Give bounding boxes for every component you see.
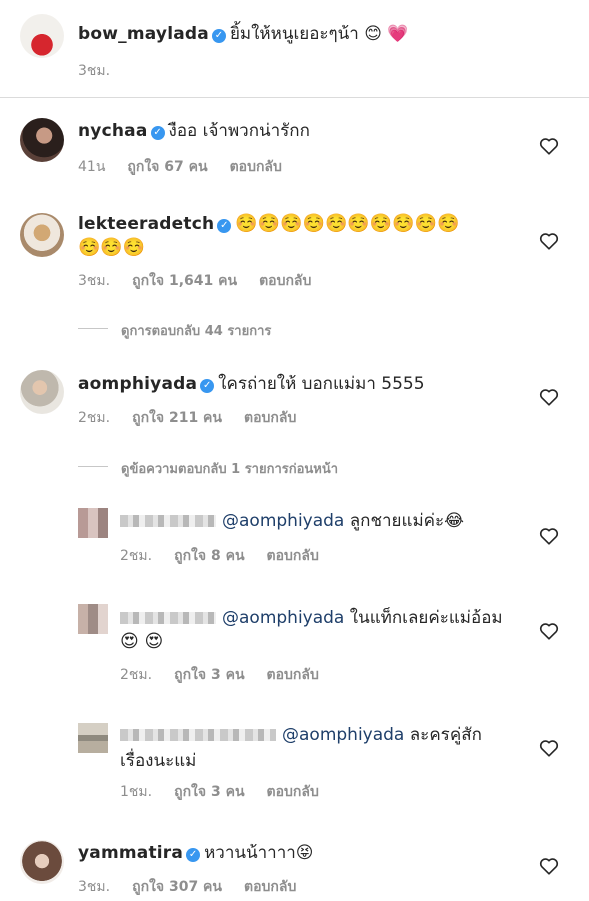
heart-icon[interactable]	[539, 527, 559, 545]
verified-badge-icon: ✓	[211, 29, 226, 43]
comment-username[interactable]: aomphiyada	[78, 374, 197, 394]
mention-link[interactable]: @aomphiyada	[222, 608, 344, 628]
heart-icon[interactable]	[539, 137, 559, 155]
comment-username[interactable]: yammatira	[78, 843, 183, 863]
caption-time: 3ชม.	[78, 63, 111, 79]
comment-time: 2ชม.	[78, 410, 111, 426]
reply-text-continued: 😍 😍	[120, 631, 164, 652]
verified-badge-icon: ✓	[200, 379, 215, 393]
likes-count[interactable]: ถูกใจ 1,641 คน	[132, 273, 237, 289]
mention-link[interactable]: @aomphiyada	[282, 725, 404, 745]
verified-badge-icon: ✓	[217, 219, 232, 233]
blurred-username[interactable]	[120, 729, 276, 741]
likes-count[interactable]: ถูกใจ 307 คน	[132, 879, 222, 895]
comment-time: 3ชม.	[78, 273, 111, 289]
reply-button[interactable]: ตอบกลับ	[267, 667, 319, 683]
reply-button[interactable]: ตอบกลับ	[244, 410, 296, 426]
likes-count[interactable]: ถูกใจ 211 คน	[132, 410, 222, 426]
comment-username[interactable]: lekteeradetch	[78, 214, 214, 234]
caption-text: ยิ้มให้หนูเยอะๆน้า 😊 💗	[229, 24, 409, 44]
comment-meta: 41น ถูกใจ 67 คน ตอบกลับ	[78, 156, 304, 178]
reply-text-line2: 😍 😍	[120, 630, 163, 654]
comment-text: ใครถ่ายให้ บอกแม่มา 5555	[218, 374, 425, 394]
reply-meta: 2ชม. ถูกใจ 3 คน ตอบกลับ	[120, 664, 341, 686]
reply-button[interactable]: ตอบกลับ	[244, 879, 296, 895]
comment-text: งืออ เจ้าพวกน่ารักก	[168, 121, 310, 141]
avatar[interactable]	[78, 723, 108, 753]
reply-text-line2: เรื่องนะแม่	[120, 749, 196, 773]
comment-username[interactable]: nychaa	[78, 121, 148, 141]
avatar[interactable]	[20, 840, 64, 884]
comment-time: 41น	[78, 159, 106, 175]
caption-meta: 3ชม.	[78, 60, 132, 82]
likes-count[interactable]: ถูกใจ 3 คน	[174, 667, 244, 683]
reply-button[interactable]: ตอบกลับ	[267, 784, 319, 800]
avatar[interactable]	[20, 14, 64, 58]
likes-count[interactable]: ถูกใจ 8 คน	[174, 548, 244, 564]
reply-meta: 2ชม. ถูกใจ 8 คน ตอบกลับ	[120, 545, 341, 567]
reply-text: ละครคู่สัก	[409, 725, 482, 745]
comment-time: 3ชม.	[78, 879, 111, 895]
avatar[interactable]	[20, 370, 64, 414]
reply-line: @aomphiyada ละครคู่สัก	[120, 723, 482, 747]
comment-line: aomphiyada ✓ ใครถ่ายให้ บอกแม่มา 5555	[78, 372, 425, 396]
avatar[interactable]	[20, 213, 64, 257]
likes-count[interactable]: ถูกใจ 67 คน	[127, 159, 207, 175]
mention-link[interactable]: @aomphiyada	[222, 511, 344, 531]
reply-time: 2ชม.	[120, 548, 153, 564]
reply-button[interactable]: ตอบกลับ	[230, 159, 282, 175]
verified-badge-icon: ✓	[150, 126, 165, 140]
likes-count[interactable]: ถูกใจ 3 คน	[174, 784, 244, 800]
view-replies-line	[78, 328, 108, 329]
comment-line: lekteeradetch ✓ ☺️☺️☺️☺️☺️☺️☺️☺️☺️☺️	[78, 212, 459, 236]
reply-time: 1ชม.	[120, 784, 153, 800]
comment-meta: 3ชม. ถูกใจ 307 คน ตอบกลับ	[78, 876, 318, 898]
reply-text: ลูกชายแม่ค่ะ😂	[349, 511, 465, 531]
avatar[interactable]	[78, 604, 108, 634]
verified-badge-icon: ✓	[186, 848, 201, 862]
reply-text-continued: เรื่องนะแม่	[120, 751, 197, 771]
reply-line: @aomphiyada ลูกชายแม่ค่ะ😂	[120, 509, 464, 533]
avatar[interactable]	[78, 508, 108, 538]
caption-line: bow_maylada ✓ ยิ้มให้หนูเยอะๆน้า 😊 💗	[78, 22, 409, 46]
reply-button[interactable]: ตอบกลับ	[259, 273, 311, 289]
comment-text-line2: ☺️☺️☺️	[78, 236, 145, 260]
comment-text: หวานน้าาาา😝	[204, 843, 314, 863]
reply-line: @aomphiyada ในแท็กเลยค่ะแม่อ้อม	[120, 606, 503, 630]
comment-line: nychaa ✓ งืออ เจ้าพวกน่ารักก	[78, 119, 310, 143]
view-previous-line	[78, 466, 108, 467]
comment-text-continued: ☺️☺️☺️	[78, 237, 146, 258]
reply-text: ในแท็กเลยค่ะแม่อ้อม	[349, 608, 503, 628]
view-previous-replies-button[interactable]: ดูข้อความตอบกลับ 1 รายการก่อนหน้า	[121, 458, 338, 479]
avatar[interactable]	[20, 118, 64, 162]
comment-meta: 3ชม. ถูกใจ 1,641 คน ตอบกลับ	[78, 270, 333, 292]
heart-icon[interactable]	[539, 388, 559, 406]
blurred-username[interactable]	[120, 515, 216, 527]
heart-icon[interactable]	[539, 622, 559, 640]
heart-icon[interactable]	[539, 232, 559, 250]
reply-time: 2ชม.	[120, 667, 153, 683]
heart-icon[interactable]	[539, 857, 559, 875]
caption-username[interactable]: bow_maylada	[78, 24, 209, 44]
blurred-username[interactable]	[120, 612, 216, 624]
heart-icon[interactable]	[539, 739, 559, 757]
comment-text: ☺️☺️☺️☺️☺️☺️☺️☺️☺️☺️	[235, 213, 460, 234]
reply-meta: 1ชม. ถูกใจ 3 คน ตอบกลับ	[120, 781, 341, 803]
comment-meta: 2ชม. ถูกใจ 211 คน ตอบกลับ	[78, 407, 318, 429]
view-replies-button[interactable]: ดูการตอบกลับ 44 รายการ	[121, 320, 271, 341]
divider	[0, 97, 589, 98]
reply-button[interactable]: ตอบกลับ	[267, 548, 319, 564]
comment-line: yammatira ✓ หวานน้าาาา😝	[78, 841, 314, 865]
